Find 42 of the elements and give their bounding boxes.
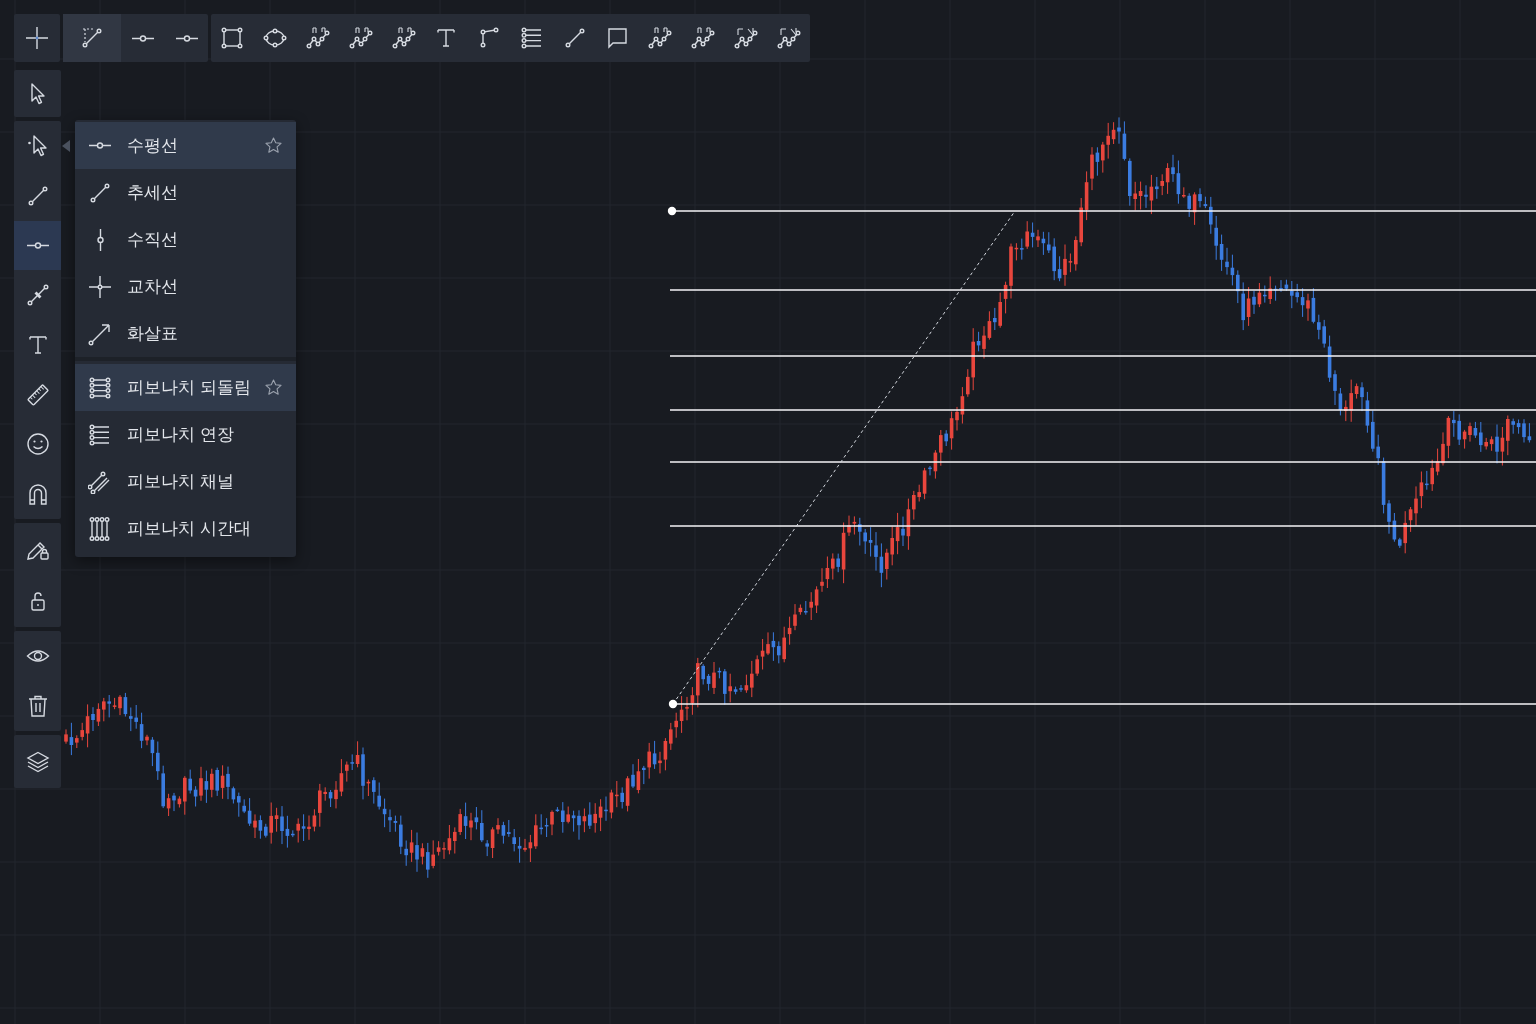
zigzag-pattern-icon xyxy=(391,26,416,50)
cross-lines-icon xyxy=(88,274,112,299)
trend-line-icon xyxy=(80,26,104,50)
star-icon[interactable] xyxy=(264,136,283,155)
horizontal-levels-icon xyxy=(519,26,544,50)
smiley-icon xyxy=(25,432,50,457)
horizontal-line-icon xyxy=(174,34,199,42)
arrow-icon xyxy=(88,321,112,346)
menu-item[interactable]: 교차선 xyxy=(75,263,296,310)
zigzag-pattern-icon xyxy=(348,26,373,50)
ellipse-icon xyxy=(263,26,288,50)
star-icon[interactable] xyxy=(264,378,283,397)
ruler-icon xyxy=(25,382,50,407)
horizontal-line-icon xyxy=(25,241,50,249)
zigzag-pattern-icon xyxy=(691,26,715,50)
complex-pattern-icon xyxy=(776,26,801,50)
menu-item[interactable]: 피보나치 시간대 xyxy=(75,505,296,552)
trend-line-button[interactable] xyxy=(63,14,121,62)
line-handle-icon xyxy=(25,283,50,308)
callout-icon xyxy=(605,26,630,50)
parallel-lines-icon xyxy=(88,469,112,494)
zigzag-pattern-icon xyxy=(305,26,330,50)
menu-item[interactable]: 추세선 xyxy=(75,169,296,216)
menu-pointer-icon xyxy=(62,140,70,152)
vertical-levels-icon xyxy=(88,516,112,541)
complex-pattern-icon xyxy=(733,26,758,50)
menu-item[interactable]: 화살표 xyxy=(75,310,296,357)
menu-item[interactable]: 피보나치 채널 xyxy=(75,458,296,505)
cursor-dot-icon xyxy=(25,133,50,158)
menu-item[interactable]: 피보나치 연장 xyxy=(75,411,296,458)
zigzag-pattern-icon xyxy=(648,26,673,50)
menu-item[interactable]: 수직선 xyxy=(75,216,296,263)
horizontal-line-icon xyxy=(131,34,155,42)
rectangle-icon xyxy=(220,26,245,50)
crosshair-icon xyxy=(25,26,49,50)
layers-icon xyxy=(25,749,50,774)
vertical-line-icon xyxy=(96,227,104,252)
menu-item[interactable]: 피보나치 되돌림 xyxy=(75,364,296,411)
horizontal-levels-icon xyxy=(88,422,112,447)
menu-item[interactable]: 수평선 xyxy=(75,122,296,169)
horizontal-line-icon xyxy=(88,142,112,149)
level-lines-icon xyxy=(88,375,112,400)
